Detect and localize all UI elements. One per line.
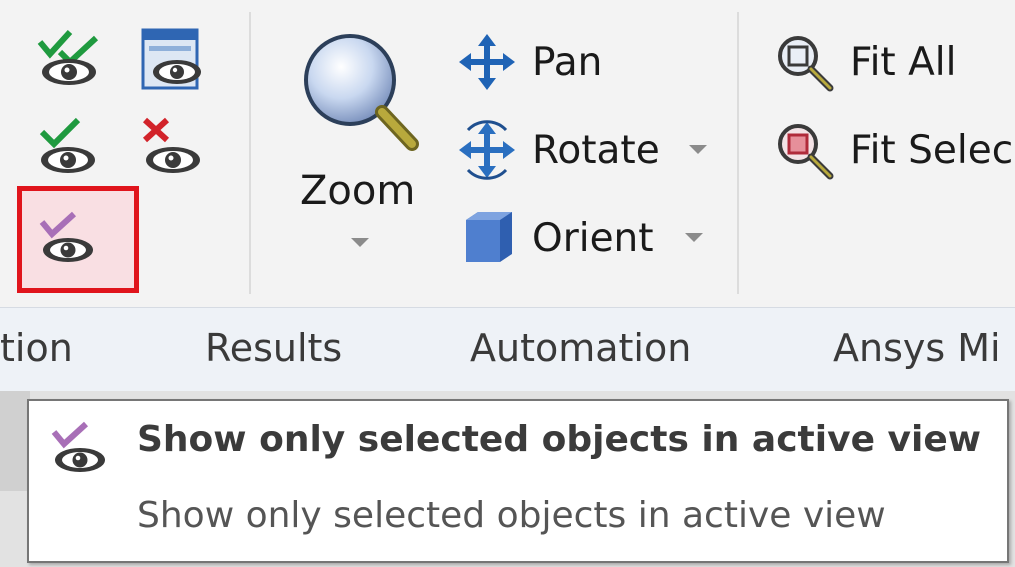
rotate-arrows-icon: [459, 120, 515, 180]
zoom-label: Zoom: [300, 168, 416, 214]
group-separator: [737, 12, 739, 294]
rotate-label: Rotate: [532, 127, 660, 173]
group-separator: [249, 12, 251, 294]
fit-selected-label: Fit Selec: [850, 127, 1014, 173]
show-in-window-button[interactable]: [139, 28, 203, 92]
zoom-dropdown-arrow[interactable]: [351, 238, 369, 247]
rotate-dropdown-arrow[interactable]: [689, 145, 707, 154]
orient-dropdown-arrow[interactable]: [685, 233, 703, 242]
pan-label: Pan: [532, 39, 603, 85]
tooltip: Show only selected objects in active vie…: [27, 399, 1009, 563]
tab-partial-left[interactable]: tion: [0, 326, 73, 370]
hide-selected-icon: [142, 117, 200, 173]
ribbon-panel: Zoom Pan Rotate Orient Fit All Fit Selec: [0, 0, 1015, 307]
show-only-selected-button[interactable]: [36, 208, 100, 272]
tooltip-description: Show only selected objects in active vie…: [137, 495, 886, 536]
zoom-button[interactable]: Zoom: [290, 24, 430, 274]
fit-selected-icon: [778, 124, 834, 180]
show-only-selected-icon: [51, 421, 105, 472]
ribbon-tab-bar: tion Results Automation Ansys Mi: [0, 307, 1015, 392]
tab-ansys-partial[interactable]: Ansys Mi: [833, 326, 1001, 370]
show-selected-icon: [39, 117, 95, 173]
orient-label: Orient: [532, 215, 654, 261]
hide-selected-button[interactable]: [139, 116, 203, 180]
fit-selected-button[interactable]: Fit Selec: [774, 120, 1013, 180]
fit-all-label: Fit All: [850, 39, 957, 85]
show-in-window-icon: [141, 28, 201, 90]
magnifier-icon: [304, 34, 419, 151]
rotate-button[interactable]: Rotate: [456, 120, 660, 180]
tab-automation[interactable]: Automation: [470, 326, 691, 370]
show-selected-button[interactable]: [36, 116, 100, 180]
show-only-selected-icon: [39, 211, 93, 262]
tooltip-title: Show only selected objects in active vie…: [137, 419, 981, 460]
tab-results[interactable]: Results: [205, 326, 342, 370]
pan-arrows-icon: [459, 34, 515, 90]
fit-all-icon: [778, 36, 834, 92]
pan-button[interactable]: Pan: [456, 32, 602, 92]
show-checked-icon: [37, 29, 99, 85]
orient-cube-icon: [466, 212, 512, 262]
orient-button[interactable]: Orient: [456, 208, 654, 268]
fit-all-button[interactable]: Fit All: [774, 32, 956, 92]
workspace-edge: [0, 391, 30, 491]
show-checked-button[interactable]: [36, 28, 100, 92]
